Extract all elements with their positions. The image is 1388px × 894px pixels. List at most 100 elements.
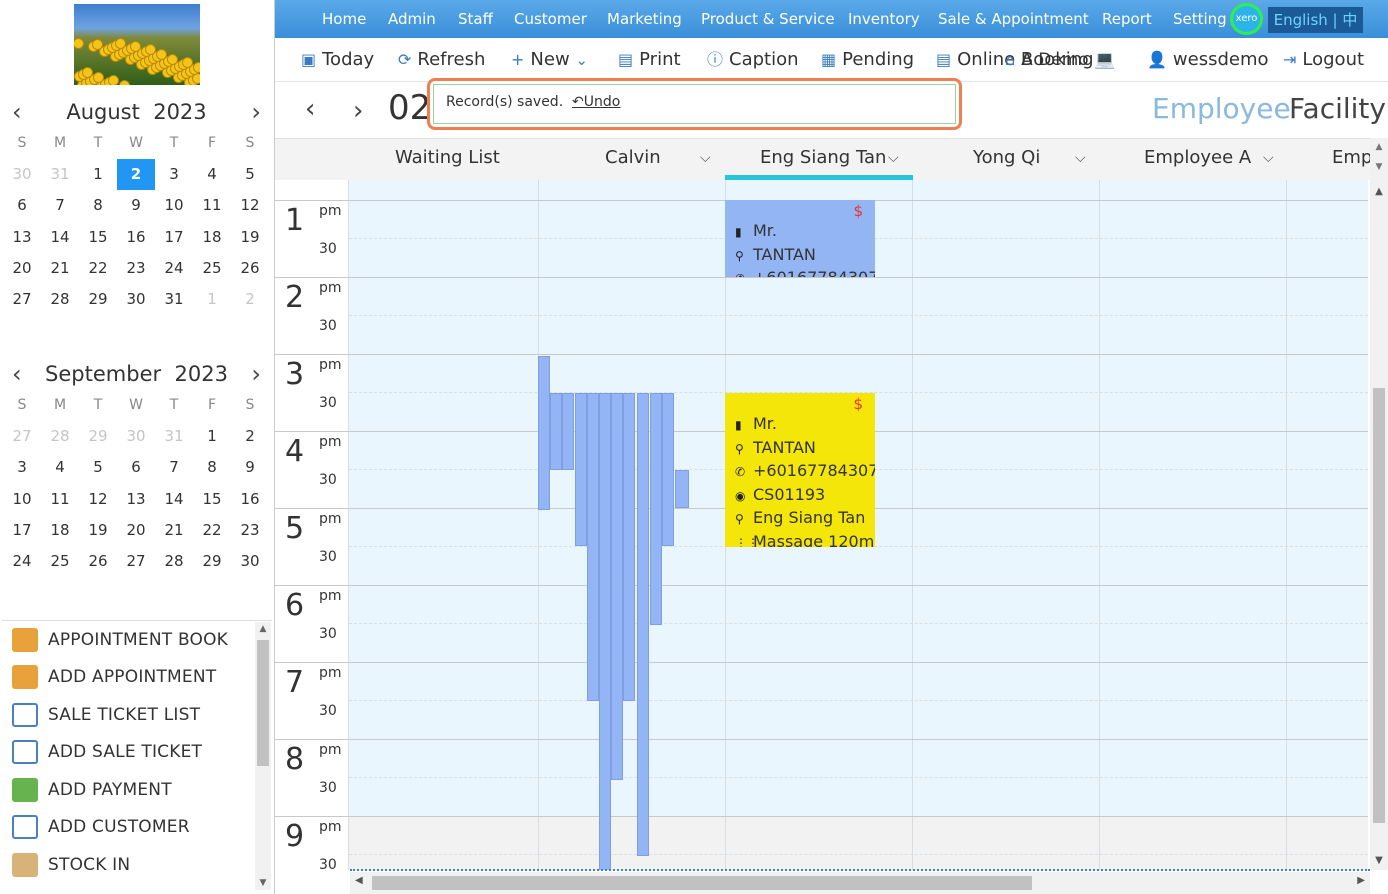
- pending-button[interactable]: ▦ Pending: [821, 38, 914, 82]
- calendar-day[interactable]: 5: [79, 452, 117, 483]
- scroll-left-icon[interactable]: ◀: [355, 875, 363, 886]
- nav-admin[interactable]: Admin: [388, 0, 436, 38]
- overlapping-appointment-block[interactable]: [675, 470, 689, 508]
- column-employee-a[interactable]: Employee A: [1144, 139, 1251, 177]
- nav-sale-appointment[interactable]: Sale & Appointment: [938, 0, 1089, 38]
- overlapping-appointment-block[interactable]: [662, 393, 674, 546]
- calendar-day[interactable]: 3: [3, 452, 41, 483]
- nav-product-service[interactable]: Product & Service: [701, 0, 835, 38]
- calendar-day[interactable]: 11: [41, 484, 79, 515]
- prev-month-arrow-icon[interactable]: ‹: [12, 96, 22, 128]
- menu-item[interactable]: SALE TICKET LIST: [2, 696, 272, 734]
- calendar-day[interactable]: 31: [155, 284, 193, 315]
- calendar-day[interactable]: 10: [3, 484, 41, 515]
- calendar-day[interactable]: 28: [155, 546, 193, 577]
- overlapping-appointment-block[interactable]: [650, 393, 662, 625]
- scroll-right-icon[interactable]: ▶: [1357, 875, 1365, 886]
- calendar-day[interactable]: 8: [79, 190, 117, 221]
- calendar-day[interactable]: 9: [117, 190, 155, 221]
- calendar-day[interactable]: 27: [3, 284, 41, 315]
- scroll-up-icon[interactable]: ▲: [1370, 186, 1388, 197]
- calendar-day[interactable]: 18: [193, 222, 231, 253]
- print-button[interactable]: ▤ Print: [618, 38, 681, 82]
- calendar-day[interactable]: 28: [41, 284, 79, 315]
- calendar-day[interactable]: 14: [155, 484, 193, 515]
- calendar-day[interactable]: 2: [231, 284, 269, 315]
- scroll-down-icon[interactable]: ▼: [1370, 162, 1388, 172]
- chevron-down-icon[interactable]: ⌵: [700, 139, 711, 177]
- overlapping-appointment-block[interactable]: [575, 393, 587, 546]
- a-demo-button[interactable]: ⌂ A Demo 💻: [1005, 38, 1115, 82]
- calendar-day[interactable]: 31: [155, 421, 193, 452]
- scroll-thumb[interactable]: [372, 876, 1032, 890]
- column-emp[interactable]: Emp: [1332, 139, 1370, 177]
- calendar-day[interactable]: 22: [193, 515, 231, 546]
- menu-item[interactable]: ADD PAYMENT: [2, 771, 272, 809]
- nav-staff[interactable]: Staff: [458, 0, 493, 38]
- overlapping-appointment-block[interactable]: [550, 393, 562, 470]
- scroll-down-icon[interactable]: ▼: [255, 878, 271, 888]
- calendar-day[interactable]: 30: [231, 546, 269, 577]
- calendar-day[interactable]: 25: [193, 253, 231, 284]
- nav-inventory[interactable]: Inventory: [848, 0, 920, 38]
- scroll-thumb[interactable]: [257, 640, 269, 766]
- calendar-day[interactable]: 27: [3, 421, 41, 452]
- scroll-up-icon[interactable]: ▲: [255, 624, 271, 634]
- calendar-day[interactable]: 6: [117, 452, 155, 483]
- calendar-day[interactable]: 26: [231, 253, 269, 284]
- calendar-day[interactable]: 19: [231, 222, 269, 253]
- calendar-day[interactable]: 30: [3, 159, 41, 190]
- scroll-thumb[interactable]: [1373, 388, 1385, 823]
- nav-customer[interactable]: Customer: [514, 0, 587, 38]
- overlapping-appointment-block[interactable]: [538, 356, 550, 510]
- calendar-day[interactable]: 5: [231, 159, 269, 190]
- language-switcher[interactable]: English | 中文: [1268, 7, 1363, 55]
- nav-marketing[interactable]: Marketing: [607, 0, 682, 38]
- calendar-day[interactable]: 27: [117, 546, 155, 577]
- calendar-day[interactable]: 14: [41, 222, 79, 253]
- next-month-arrow-icon[interactable]: ›: [251, 358, 261, 390]
- calendar-day[interactable]: 4: [41, 452, 79, 483]
- overlapping-appointment-block[interactable]: [587, 393, 599, 701]
- calendar-day[interactable]: 1: [193, 284, 231, 315]
- calendar-day[interactable]: 26: [79, 546, 117, 577]
- appointment-card[interactable]: $ ▮ Mr. ⚲ TANTAN ✆ +60167784307 ◉ CS01193 ⚲ Eng Si…: [725, 393, 875, 547]
- calendar-day[interactable]: 29: [79, 421, 117, 452]
- prev-month-arrow-icon[interactable]: ‹: [12, 358, 22, 390]
- next-month-arrow-icon[interactable]: ›: [251, 96, 261, 128]
- calendar-day[interactable]: 30: [117, 284, 155, 315]
- calendar-day[interactable]: 8: [193, 452, 231, 483]
- calendar-day[interactable]: 22: [79, 253, 117, 284]
- calendar-day[interactable]: 13: [117, 484, 155, 515]
- scroll-up-icon[interactable]: ▲: [1370, 142, 1388, 152]
- calendar-day[interactable]: 23: [117, 253, 155, 284]
- calendar-day[interactable]: 20: [3, 253, 41, 284]
- calendar-day[interactable]: 29: [193, 546, 231, 577]
- overlapping-appointment-block[interactable]: [611, 393, 623, 780]
- tab-employee[interactable]: Employee: [1152, 92, 1291, 125]
- calendar-day[interactable]: 1: [193, 421, 231, 452]
- chevron-down-icon[interactable]: ⌵: [1075, 139, 1086, 177]
- calendar-day[interactable]: 12: [79, 484, 117, 515]
- calendar-day[interactable]: 16: [231, 484, 269, 515]
- grid-horizontal-scrollbar[interactable]: ◀ ▶: [350, 872, 1370, 894]
- calendar-day[interactable]: 9: [231, 452, 269, 483]
- calendar-day[interactable]: 2: [231, 421, 269, 452]
- logout-button[interactable]: ⇥ Logout: [1283, 38, 1364, 82]
- column-calvin[interactable]: Calvin: [605, 139, 661, 177]
- calendar-day[interactable]: 28: [41, 421, 79, 452]
- calendar-day[interactable]: 7: [41, 190, 79, 221]
- calendar-day[interactable]: 4: [193, 159, 231, 190]
- calendar-day[interactable]: 23: [231, 515, 269, 546]
- calendar-day[interactable]: 13: [3, 222, 41, 253]
- menu-item[interactable]: APPOINTMENT BOOK: [2, 621, 272, 659]
- calendar-day[interactable]: 15: [193, 484, 231, 515]
- next-day-arrow-icon[interactable]: ›: [353, 96, 363, 126]
- schedule-grid[interactable]: 1 pm 30 2 pm 30 3 pm 30 4 pm 30 5 pm 30 6 pm 30 7 pm 30 8 pm 30…: [275, 180, 1368, 870]
- calendar-day[interactable]: 25: [41, 546, 79, 577]
- refresh-button[interactable]: ⟳ Refresh: [398, 38, 485, 82]
- column-eng-siang-tan[interactable]: Eng Siang Tan: [760, 139, 886, 177]
- calendar-day[interactable]: 10: [155, 190, 193, 221]
- calendar-day[interactable]: 1: [79, 159, 117, 190]
- nav-home[interactable]: Home: [322, 0, 366, 38]
